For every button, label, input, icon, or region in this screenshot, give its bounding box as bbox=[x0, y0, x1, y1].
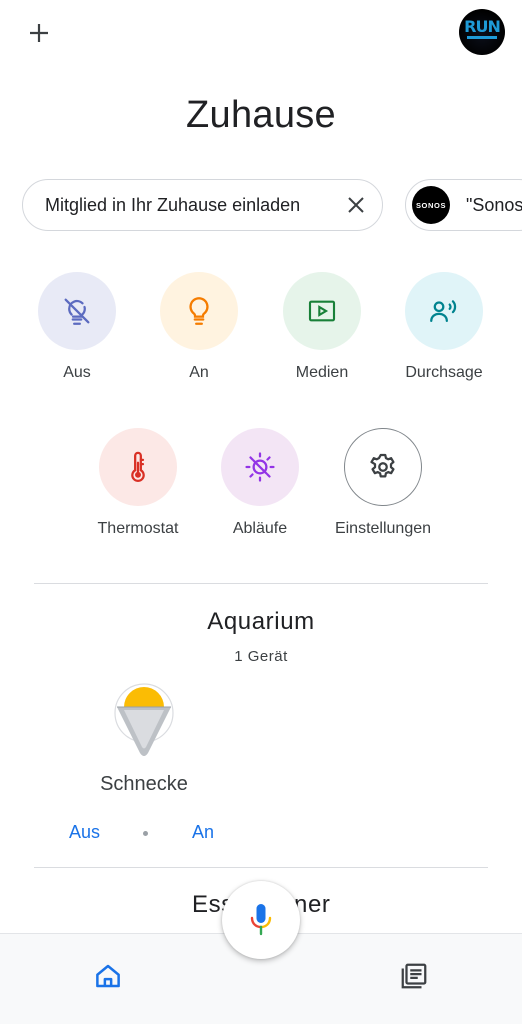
room-title[interactable]: Aquarium bbox=[0, 608, 522, 636]
routines-sun-icon bbox=[245, 452, 275, 482]
quick-action-circle[interactable] bbox=[99, 428, 177, 506]
quick-action-circle[interactable] bbox=[405, 272, 483, 350]
nav-feed-button[interactable] bbox=[394, 956, 434, 996]
lightbulb-icon bbox=[189, 297, 209, 325]
quick-action-label: Medien bbox=[295, 364, 349, 381]
quick-action-lights-on[interactable]: An bbox=[134, 272, 264, 382]
broadcast-icon bbox=[430, 300, 457, 323]
quick-action-circle[interactable] bbox=[160, 272, 238, 350]
account-avatar[interactable]: RUN bbox=[459, 9, 505, 55]
quick-action-lights-off[interactable]: Aus bbox=[12, 272, 142, 382]
section-divider bbox=[34, 583, 488, 584]
quick-action-broadcast[interactable]: Durchsage bbox=[379, 272, 509, 382]
device-off-button[interactable]: Aus bbox=[69, 822, 100, 843]
quick-action-label: Einstellungen bbox=[334, 520, 432, 537]
feed-list-icon bbox=[401, 963, 427, 989]
nav-home-button[interactable] bbox=[88, 956, 128, 996]
quick-action-circle[interactable] bbox=[221, 428, 299, 506]
quick-action-circle[interactable] bbox=[344, 428, 422, 506]
quick-action-settings[interactable]: Einstellungen bbox=[318, 428, 448, 538]
invite-member-chip[interactable]: Mitglied in Ihr Zuhause einladen bbox=[22, 179, 383, 231]
quick-action-label: An bbox=[189, 364, 209, 381]
quick-action-circle[interactable] bbox=[283, 272, 361, 350]
device-on-button[interactable]: An bbox=[192, 822, 214, 843]
light-bulb-device-icon[interactable] bbox=[112, 681, 176, 763]
separator-dot bbox=[143, 831, 148, 836]
plus-icon bbox=[30, 24, 48, 42]
quick-action-label: Abläufe bbox=[232, 520, 288, 537]
microphone-icon bbox=[250, 904, 272, 936]
add-button[interactable] bbox=[22, 16, 56, 50]
device-name[interactable]: Schnecke bbox=[84, 773, 204, 796]
quick-action-label: Durchsage bbox=[405, 364, 483, 381]
invite-chip-label: Mitglied in Ihr Zuhause einladen bbox=[45, 194, 301, 215]
gear-icon bbox=[370, 453, 395, 478]
quick-action-circle[interactable] bbox=[38, 272, 116, 350]
home-icon bbox=[96, 964, 120, 988]
lightbulb-off-icon bbox=[64, 298, 90, 325]
sonos-logo-icon: SONOS bbox=[412, 186, 450, 224]
quick-action-label: Thermostat bbox=[97, 520, 179, 537]
sonos-chip[interactable]: SONOS "Sonos bbox=[405, 179, 522, 231]
sonos-chip-label: "Sonos bbox=[466, 194, 522, 215]
quick-action-routines[interactable]: Abläufe bbox=[195, 428, 325, 538]
section-divider bbox=[34, 867, 488, 868]
quick-action-label: Aus bbox=[63, 364, 91, 381]
avatar-logo-line bbox=[467, 36, 497, 39]
avatar-logo-text: RUN bbox=[464, 16, 501, 36]
microphone-button[interactable] bbox=[222, 881, 300, 959]
thermometer-icon bbox=[131, 451, 145, 482]
quick-action-media[interactable]: Medien bbox=[257, 272, 387, 382]
close-icon[interactable] bbox=[342, 191, 370, 219]
media-play-icon bbox=[308, 300, 336, 322]
quick-action-thermostat[interactable]: Thermostat bbox=[73, 428, 203, 538]
page-title: Zuhause bbox=[186, 94, 336, 136]
room-device-count: 1 Gerät bbox=[234, 648, 288, 665]
